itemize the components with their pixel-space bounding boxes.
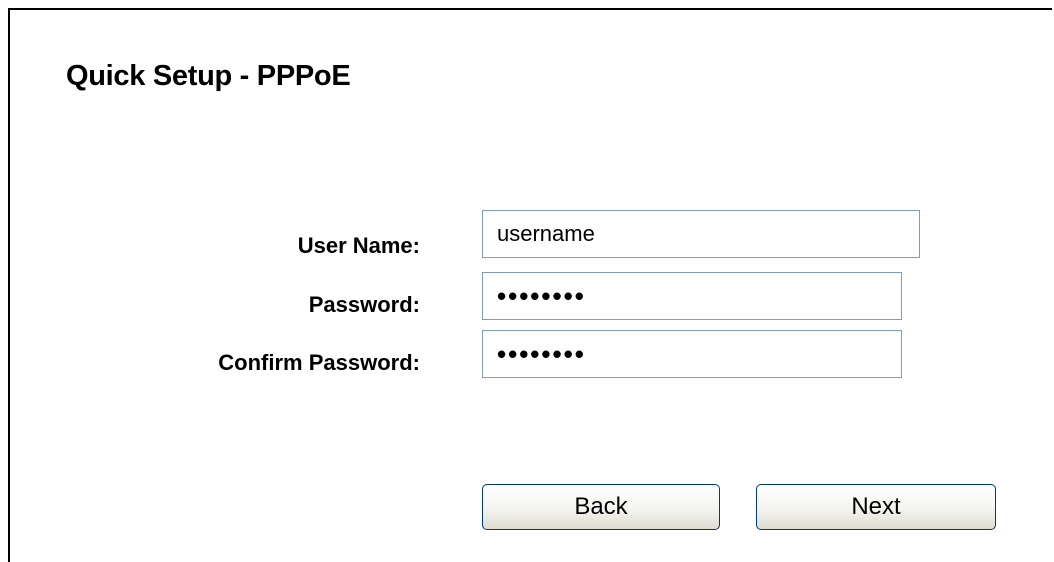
next-button[interactable]: Next xyxy=(756,484,996,530)
password-label: Password: xyxy=(308,292,420,317)
back-button[interactable]: Back xyxy=(482,484,720,530)
password-input[interactable] xyxy=(482,272,902,320)
quick-setup-panel: Quick Setup - PPPoE User Name: Password:… xyxy=(8,8,1052,562)
user-name-input[interactable] xyxy=(482,210,920,258)
confirm-password-label: Confirm Password: xyxy=(218,350,420,375)
page-title: Quick Setup - PPPoE xyxy=(66,60,351,92)
user-name-label: User Name: xyxy=(297,233,420,258)
confirm-password-input[interactable] xyxy=(482,330,902,378)
